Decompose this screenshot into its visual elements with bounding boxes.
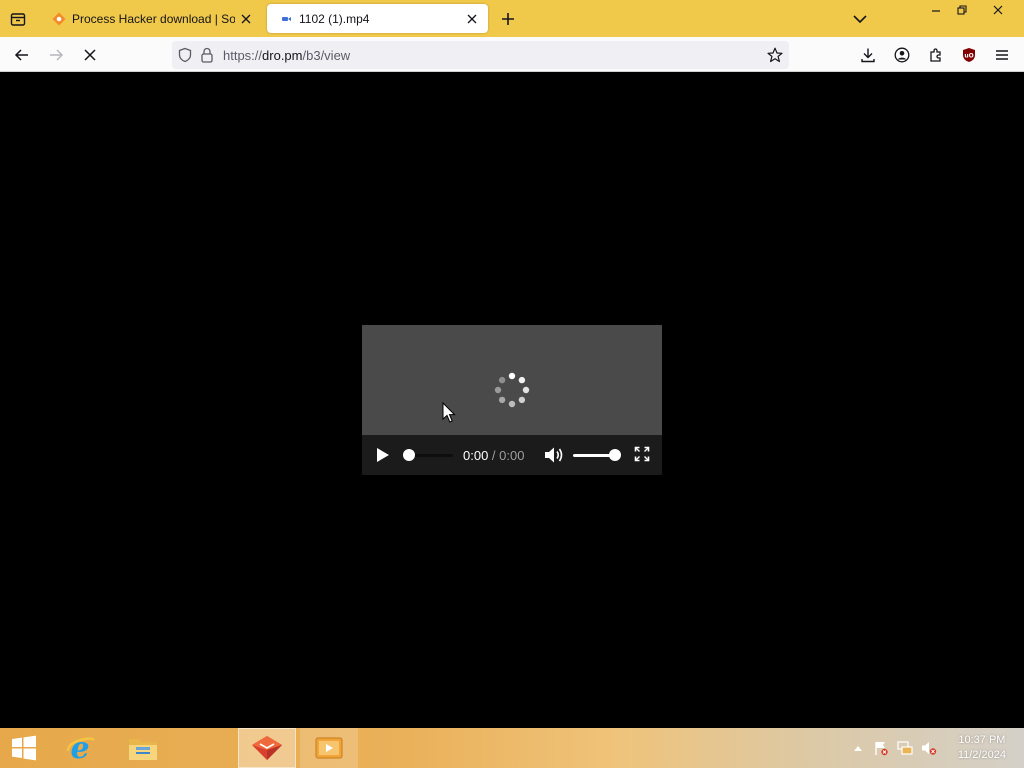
arrow-right-icon: [50, 49, 64, 61]
tracking-protection-icon[interactable]: [177, 47, 193, 68]
current-time: 0:00: [463, 448, 489, 463]
back-button[interactable]: [8, 41, 36, 69]
firefox-icon: [252, 736, 282, 760]
tab-title: Process Hacker download | Sou: [72, 11, 235, 26]
arrow-left-icon: [14, 49, 28, 61]
show-hidden-icons-button[interactable]: [850, 740, 866, 756]
fullscreen-icon: [634, 446, 650, 462]
volume-icon: [545, 447, 563, 463]
stop-loading-icon: [84, 49, 96, 61]
network-icon[interactable]: [897, 740, 913, 756]
ublock-shield-icon: uO: [963, 48, 975, 62]
clock-time: 10:37 PM: [958, 734, 1006, 746]
svg-text:uO: uO: [964, 53, 973, 60]
video-player[interactable]: 0:00 / 0:00: [362, 325, 662, 475]
file-explorer-icon: [129, 739, 157, 760]
app-menu-button[interactable]: [988, 41, 1016, 69]
new-tab-button[interactable]: [496, 7, 520, 31]
system-clock[interactable]: 10:37 PM 11/2/2024: [958, 733, 1006, 763]
start-icon: [12, 735, 36, 761]
lock-icon[interactable]: [200, 47, 214, 68]
mute-button[interactable]: [544, 446, 564, 464]
forward-button[interactable]: [42, 41, 70, 69]
taskbar-media-player[interactable]: [300, 728, 358, 768]
plus-icon: [502, 13, 514, 25]
bookmark-star-icon[interactable]: [767, 47, 783, 68]
chevron-up-icon: [854, 746, 862, 751]
taskbar: e 10:37 PM 11/2/2024: [0, 728, 1024, 768]
url-path: /b3/view: [302, 48, 351, 63]
puzzle-icon: [930, 48, 941, 62]
download-icon: [861, 48, 875, 63]
account-button[interactable]: [888, 41, 916, 69]
list-all-tabs-button[interactable]: [848, 7, 872, 31]
minimize-icon: [932, 10, 940, 12]
hamburger-menu-icon: [996, 50, 1008, 60]
volume-muted-icon[interactable]: [921, 740, 937, 756]
video-controls: 0:00 / 0:00: [362, 435, 662, 475]
extensions-button[interactable]: [922, 41, 950, 69]
page-content: 0:00 / 0:00: [0, 72, 1024, 728]
stop-button[interactable]: [76, 41, 104, 69]
video-favicon: [278, 11, 294, 27]
loading-spinner-icon: [494, 372, 530, 408]
time-separator: /: [488, 448, 500, 463]
clock-date: 11/2/2024: [957, 749, 1006, 761]
time-display: 0:00 / 0:00: [463, 448, 524, 463]
mouse-cursor-icon: [442, 402, 456, 423]
restore-button[interactable]: [946, 0, 978, 20]
navigation-toolbar: https://dro.pm/b3/view uO: [0, 37, 1024, 72]
url-text: https://dro.pm/b3/view: [223, 48, 350, 63]
start-button[interactable]: [0, 728, 48, 768]
process-hacker-favicon: [51, 11, 67, 27]
ublock-origin-button[interactable]: uO: [955, 41, 983, 69]
downloads-button[interactable]: [854, 41, 882, 69]
close-tab-icon[interactable]: [235, 8, 257, 30]
action-center-icon[interactable]: [873, 740, 889, 756]
play-button[interactable]: [375, 446, 391, 464]
seek-bar[interactable]: [409, 454, 453, 457]
url-scheme: https://: [223, 48, 263, 63]
tab-list-icon: [10, 13, 26, 26]
svg-text:e: e: [70, 732, 89, 764]
restore-icon: [957, 5, 967, 15]
volume-thumb[interactable]: [609, 449, 621, 461]
tab-video[interactable]: 1102 (1).mp4: [267, 4, 488, 33]
internet-explorer-icon: e: [66, 732, 95, 764]
address-bar[interactable]: https://dro.pm/b3/view: [172, 41, 789, 69]
tab-bar: Process Hacker download | Sou 1102 (1).m…: [0, 0, 1024, 37]
seek-thumb[interactable]: [403, 449, 415, 461]
taskbar-internet-explorer[interactable]: e: [52, 728, 110, 768]
play-icon: [377, 448, 389, 462]
close-icon: [993, 5, 1003, 15]
taskbar-file-explorer[interactable]: [114, 728, 172, 768]
url-host: dro.pm: [262, 48, 303, 63]
close-tab-icon[interactable]: [461, 8, 483, 30]
tab-title: 1102 (1).mp4: [299, 11, 370, 26]
account-icon: [894, 47, 910, 63]
fullscreen-button[interactable]: [634, 446, 650, 462]
chevron-down-icon: [853, 15, 867, 24]
tab-process-hacker[interactable]: Process Hacker download | Sou: [40, 4, 262, 33]
duration: 0:00: [499, 448, 525, 463]
media-player-icon: [315, 737, 343, 759]
close-window-button[interactable]: [982, 0, 1014, 20]
taskbar-firefox[interactable]: [238, 728, 296, 768]
tab-list-button[interactable]: [4, 5, 32, 33]
